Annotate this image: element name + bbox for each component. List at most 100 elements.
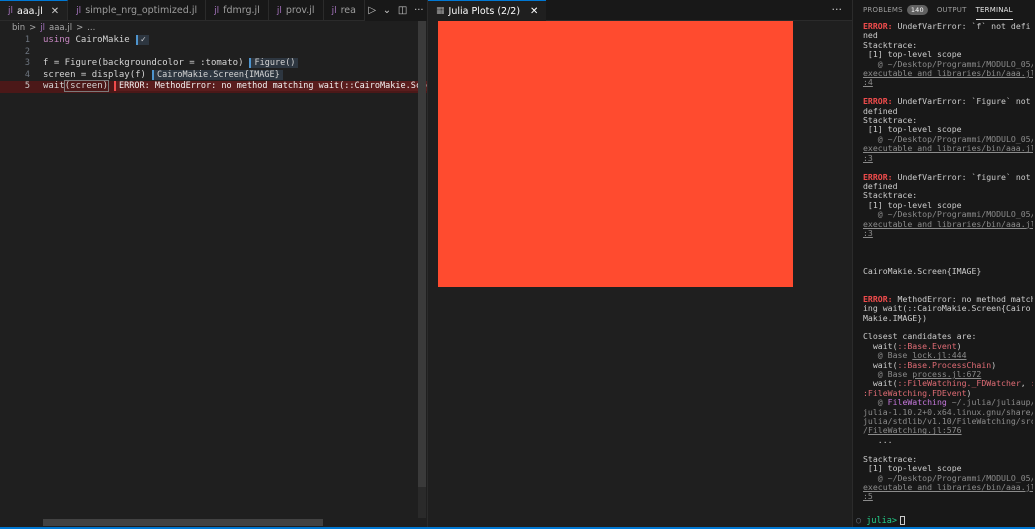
terminal-line: :5 xyxy=(863,492,1033,501)
terminal-line: executable_and_libraries/bin/aaa.jl xyxy=(863,481,1033,492)
terminal-line xyxy=(863,238,1033,247)
terminal-line: CairoMakie.Screen{IMAGE} xyxy=(863,265,1033,276)
line-number: 1 xyxy=(24,35,30,45)
tab-label: simple_nrg_optimized.jl xyxy=(85,5,198,16)
tab-label: Julia Plots (2/2) xyxy=(448,5,521,17)
inline-result[interactable]: ✓ xyxy=(135,35,149,45)
breadcrumb-symbol[interactable]: ... xyxy=(87,23,95,33)
tab-terminal[interactable]: TERMINAL xyxy=(975,0,1013,20)
breadcrumb-separator: > xyxy=(76,23,84,33)
terminal-line: :3 xyxy=(863,153,1033,163)
breadcrumb-folder[interactable]: bin xyxy=(12,23,25,33)
breadcrumb-file[interactable]: aaa.jl xyxy=(49,23,72,33)
terminal-text: executable_and_libraries/bin/aaa.jl xyxy=(863,68,1033,79)
terminal-cursor xyxy=(899,516,905,525)
tab-label: rea xyxy=(340,5,356,16)
terminal-text: executable_and_libraries/bin/aaa.jl xyxy=(863,218,1033,229)
terminal-text: executable_and_libraries/bin/aaa.jl xyxy=(863,143,1033,154)
terminal-line: executable_and_libraries/bin/aaa.jl xyxy=(863,218,1033,229)
julia-file-icon: jl xyxy=(8,6,14,16)
horizontal-scrollbar[interactable] xyxy=(43,519,323,526)
close-icon[interactable]: ✕ xyxy=(530,6,538,17)
line-number: 5 xyxy=(24,81,30,91)
line-number: 4 xyxy=(24,69,30,80)
terminal-text: UndefVarError: `f` not defi xyxy=(897,22,1031,31)
terminal-line: Makie.IMAGE}) xyxy=(863,312,1033,323)
code-text: wait(screen) ERROR: MethodError: no metho… xyxy=(43,80,450,93)
run-icon[interactable]: ▷ xyxy=(368,5,376,16)
julia-file-icon: jl xyxy=(214,5,220,16)
tab-prov-jl[interactable]: jl prov.jl xyxy=(268,0,324,20)
terminal-line: executable_and_libraries/bin/aaa.jl xyxy=(863,144,1033,153)
terminal-text: executable_and_libraries/bin/aaa.jl xyxy=(863,481,1033,492)
terminal-text: CairoMakie.Screen{IMAGE} xyxy=(863,265,982,276)
terminal-line: :4 xyxy=(863,78,1033,87)
terminal-text: Makie.IMAGE}) xyxy=(863,312,928,323)
julia-file-icon: jl xyxy=(331,5,337,16)
plot-tab-bar: ▦ Julia Plots (2/2) ✕ ··· xyxy=(428,0,852,21)
tab-label: PROBLEMS xyxy=(863,6,903,14)
julia-file-icon: jl xyxy=(40,23,46,33)
split-editor-icon[interactable]: ◫ xyxy=(398,5,407,16)
julia-prompt: julia> xyxy=(866,516,897,526)
tab-label: OUTPUT xyxy=(936,6,967,14)
tab-fdmrg-jl[interactable]: jl fdmrg.jl xyxy=(206,0,269,20)
line-number: 3 xyxy=(24,58,30,68)
plot-pane: ▦ Julia Plots (2/2) ✕ ··· xyxy=(428,0,852,529)
editor-tab-bar: jl aaa.jl ✕ jl simple_nrg_optimized.jl j… xyxy=(0,0,427,21)
code-area[interactable]: 1 using CairoMakie ✓ 2 3 f = Figure(backg… xyxy=(0,33,450,518)
terminal-line: ERROR: UndefVarError: `f` not defi xyxy=(863,22,1033,31)
terminal-line: ... xyxy=(863,435,1033,445)
terminal-text: UndefVarError: `Figure` not xyxy=(897,96,1031,107)
tab-label: prov.jl xyxy=(285,5,315,16)
keyword: using xyxy=(43,35,71,45)
more-actions-icon[interactable]: ··· xyxy=(832,3,843,16)
terminal-text: ) xyxy=(991,359,997,370)
code-segment: f = Figure(backgroundcolor = :tomato) xyxy=(43,58,244,68)
problems-count-badge: 140 xyxy=(906,5,928,15)
terminal-text: : xyxy=(1031,378,1033,388)
julia-file-icon: jl xyxy=(276,5,282,16)
code-line[interactable]: 4 screen = display(f) CairoMakie.Screen{I… xyxy=(0,69,427,82)
bottom-panel: PROBLEMS 140 OUTPUT TERMINAL ERROR: Unde… xyxy=(853,0,1035,529)
tab-label: aaa.jl xyxy=(17,5,43,17)
code-text: f = Figure(backgroundcolor = :tomato) Fig… xyxy=(43,58,299,70)
tab-readme[interactable]: jl rea xyxy=(323,0,365,20)
close-icon[interactable]: ✕ xyxy=(51,6,59,17)
tab-problems[interactable]: PROBLEMS 140 xyxy=(863,0,928,20)
prompt-status-icon: ○ xyxy=(856,516,862,526)
code-segment: wait xyxy=(43,81,65,91)
line-number: 2 xyxy=(24,46,30,57)
chevron-down-icon[interactable]: ⌄ xyxy=(383,5,391,16)
terminal-text: , xyxy=(1020,378,1031,389)
tab-julia-plots[interactable]: ▦ Julia Plots (2/2) ✕ xyxy=(428,0,547,21)
terminal-line xyxy=(863,248,1033,257)
editor-pane: jl aaa.jl ✕ jl simple_nrg_optimized.jl j… xyxy=(0,0,450,529)
terminal-line xyxy=(863,276,1033,285)
tab-output[interactable]: OUTPUT xyxy=(937,0,967,20)
terminal-text: UndefVarError: `figure` not xyxy=(897,171,1031,182)
code-line-error[interactable]: 5 wait(screen) ERROR: MethodError: no met… xyxy=(0,80,450,93)
terminal-line: :3 xyxy=(863,228,1033,238)
terminal-prompt[interactable]: ○ julia> xyxy=(856,516,905,526)
code-line[interactable]: 1 using CairoMakie ✓ xyxy=(0,35,427,47)
code-text: screen = display(f) CairoMakie.Screen{IMA… xyxy=(43,69,283,82)
tab-aaa-jl[interactable]: jl aaa.jl ✕ xyxy=(0,0,69,20)
inline-error[interactable]: ERROR: MethodError: no method matching w… xyxy=(114,81,450,91)
code-segment: screen = display(f) xyxy=(43,69,146,80)
code-text: using CairoMakie ✓ xyxy=(43,35,149,47)
inline-result[interactable]: Figure() xyxy=(249,58,299,68)
more-actions-icon[interactable]: ··· xyxy=(414,5,424,16)
vertical-scrollbar[interactable] xyxy=(418,21,426,518)
code-line[interactable]: 3 f = Figure(backgroundcolor = :tomato) F… xyxy=(0,58,427,70)
editor-actions: ▷ ⌄ ◫ ··· xyxy=(365,0,427,21)
bracket-highlight: (screen) xyxy=(63,80,110,92)
julia-file-icon: jl xyxy=(76,5,82,16)
code-line[interactable]: 2 xyxy=(0,47,427,59)
tab-label: fdmrg.jl xyxy=(223,5,260,16)
tab-simple-nrg-optimized-jl[interactable]: jl simple_nrg_optimized.jl xyxy=(68,0,207,20)
terminal-output[interactable]: ERROR: UndefVarError: `f` not defi ned Sta… xyxy=(863,22,1033,517)
panel-tab-bar: PROBLEMS 140 OUTPUT TERMINAL xyxy=(853,0,1035,20)
inline-result[interactable]: CairoMakie.Screen{IMAGE} xyxy=(151,69,283,80)
scrollbar-thumb[interactable] xyxy=(418,21,426,487)
